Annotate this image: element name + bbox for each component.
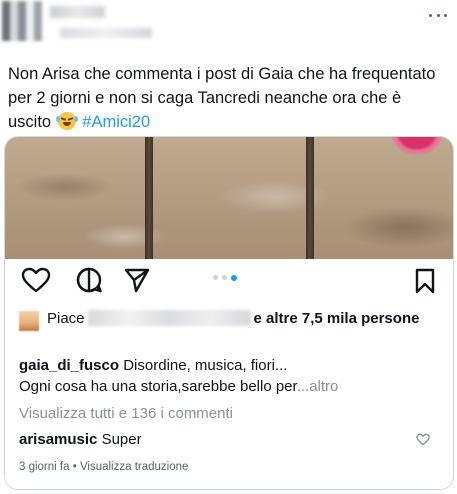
post-time: 3 giorni fa bbox=[19, 461, 70, 473]
likes-suffix[interactable]: e altre 7,5 mila persone bbox=[254, 310, 420, 327]
comment-like-heart-icon[interactable] bbox=[416, 433, 430, 446]
photo-beam bbox=[306, 137, 314, 259]
author-name-redacted[interactable] bbox=[50, 6, 105, 18]
post-caption: gaia_di_fusco Disordine, musica, fiori..… bbox=[19, 355, 439, 397]
likes-summary[interactable]: Piace e altre 7,5 mila persone bbox=[19, 309, 439, 331]
caption-username[interactable]: gaia_di_fusco bbox=[19, 357, 119, 374]
liker-name-redacted[interactable] bbox=[87, 310, 251, 326]
carousel-indicator bbox=[213, 274, 237, 281]
comment-bubble-icon[interactable] bbox=[75, 266, 103, 294]
liker-avatar[interactable] bbox=[19, 311, 39, 331]
post-photo[interactable] bbox=[5, 137, 453, 259]
view-all-comments-link[interactable]: Visualizza tutti e 136 i commenti bbox=[19, 405, 233, 422]
author-avatar[interactable] bbox=[2, 1, 42, 41]
comment-text: Super bbox=[101, 431, 142, 448]
more-options-icon[interactable] bbox=[429, 12, 447, 18]
translate-link[interactable]: Visualizza traduzione bbox=[80, 461, 188, 473]
photo-beam bbox=[145, 137, 153, 259]
tears-of-joy-emoji-icon bbox=[55, 112, 78, 130]
like-heart-icon[interactable] bbox=[21, 267, 51, 293]
carousel-dot-active bbox=[231, 274, 237, 281]
instagram-embed-card[interactable]: Piace e altre 7,5 mila persone gaia_di_fu… bbox=[4, 136, 454, 490]
carousel-dot bbox=[213, 275, 218, 280]
photo-flower bbox=[391, 137, 443, 155]
post-footer: 3 giorni fa • Visualizza traduzione bbox=[19, 461, 188, 473]
share-paper-plane-icon[interactable] bbox=[123, 267, 151, 293]
likes-prefix: Piace bbox=[47, 310, 85, 327]
save-bookmark-icon[interactable] bbox=[414, 267, 436, 295]
author-handle-redacted[interactable] bbox=[60, 28, 152, 38]
comment-username[interactable]: arisamusic bbox=[19, 431, 97, 448]
comment-row: arisamusic Super bbox=[19, 431, 439, 448]
hashtag-link[interactable]: #Amici20 bbox=[82, 113, 150, 131]
post-actions bbox=[5, 263, 453, 299]
caption-line1: Disordine, musica, fiori... bbox=[123, 357, 288, 374]
carousel-dot bbox=[222, 275, 227, 280]
tweet-header bbox=[0, 0, 457, 56]
caption-line2: Ogni cosa ha una storia,sarebbe bello pe… bbox=[19, 378, 297, 395]
caption-more-link[interactable]: ...altro bbox=[297, 378, 339, 395]
footer-separator: • bbox=[69, 461, 80, 473]
tweet-text: Non Arisa che commenta i post di Gaia ch… bbox=[8, 62, 448, 134]
